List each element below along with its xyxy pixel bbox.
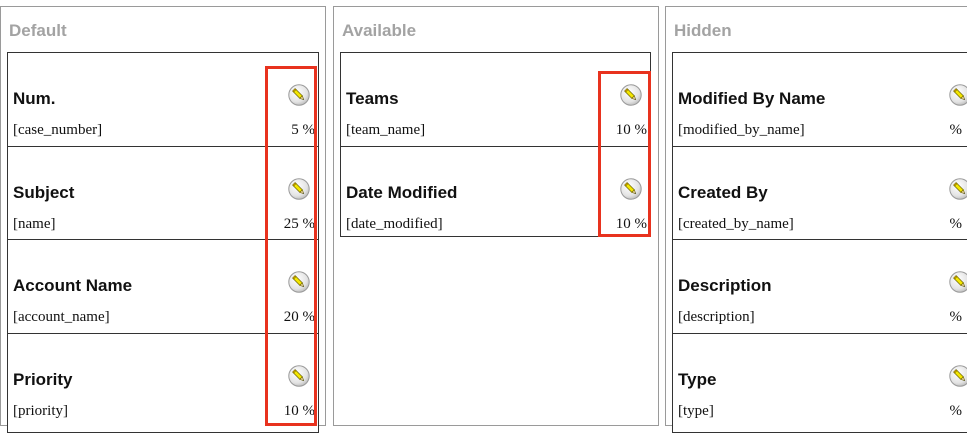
field-width: %	[949, 122, 963, 138]
field-width: 25 %	[283, 216, 315, 232]
field-name: [priority]	[13, 403, 68, 419]
column-header-default: Default	[9, 21, 67, 40]
field-name: [account_name]	[13, 309, 110, 325]
field-label: Date Modified	[346, 183, 458, 202]
pencil-edit-icon[interactable]	[949, 271, 967, 293]
field-name: [name]	[13, 216, 56, 232]
field-card-num[interactable]: Num. [case_number] 5 %	[7, 52, 319, 151]
field-card-teams[interactable]: Teams [team_name] 10 %	[340, 52, 651, 151]
field-name: [description]	[678, 309, 755, 325]
field-card-date-modified[interactable]: Date Modified [date_modified] 10 %	[340, 146, 651, 237]
pencil-edit-icon[interactable]	[949, 84, 967, 106]
field-label: Description	[678, 276, 772, 295]
pencil-edit-icon[interactable]	[288, 84, 310, 106]
field-label: Num.	[13, 89, 56, 108]
field-width: 20 %	[283, 309, 315, 325]
column-header-hidden: Hidden	[674, 21, 732, 40]
field-width: 5 %	[291, 122, 315, 138]
field-label: Teams	[346, 89, 399, 108]
field-width: 10 %	[615, 122, 647, 138]
field-label: Subject	[13, 183, 75, 202]
column-default: Default Num. [case_number] 5 % Subject […	[0, 6, 326, 433]
field-card-description[interactable]: Description [description] %	[672, 239, 967, 337]
field-width: %	[949, 403, 963, 419]
field-card-subject[interactable]: Subject [name] 25 %	[7, 146, 319, 244]
field-width: %	[949, 216, 963, 232]
field-width: 10 %	[283, 403, 315, 419]
field-card-modified-by-name[interactable]: Modified By Name [modified_by_name] %	[672, 52, 967, 151]
field-label: Type	[678, 370, 717, 389]
pencil-edit-icon[interactable]	[288, 271, 310, 293]
field-label: Created By	[678, 183, 768, 202]
field-card-created-by[interactable]: Created By [created_by_name] %	[672, 146, 967, 244]
pencil-edit-icon[interactable]	[620, 178, 642, 200]
field-name: [team_name]	[346, 122, 426, 138]
field-label: Priority	[13, 370, 73, 389]
column-header-available: Available	[342, 21, 417, 40]
field-width: 10 %	[615, 216, 647, 232]
pencil-edit-icon[interactable]	[288, 178, 310, 200]
column-available: Available Teams [team_name] 10 % Date Mo…	[333, 6, 659, 426]
field-name: [date_modified]	[346, 216, 443, 232]
field-card-account-name[interactable]: Account Name [account_name] 20 %	[7, 239, 319, 337]
field-width: %	[949, 309, 963, 325]
pencil-edit-icon[interactable]	[620, 84, 642, 106]
field-name: [type]	[678, 403, 714, 419]
field-name: [created_by_name]	[678, 216, 794, 232]
pencil-edit-icon[interactable]	[288, 365, 310, 387]
column-hidden: Hidden Modified By Name [modified_by_nam…	[665, 6, 967, 433]
field-label: Modified By Name	[678, 89, 826, 108]
field-label: Account Name	[13, 276, 133, 295]
pencil-edit-icon[interactable]	[949, 178, 967, 200]
field-name: [case_number]	[13, 122, 103, 138]
pencil-edit-icon[interactable]	[949, 365, 967, 387]
field-card-type[interactable]: Type [type] %	[672, 333, 967, 433]
field-card-priority[interactable]: Priority [priority] 10 %	[7, 333, 319, 433]
field-name: [modified_by_name]	[678, 122, 805, 138]
